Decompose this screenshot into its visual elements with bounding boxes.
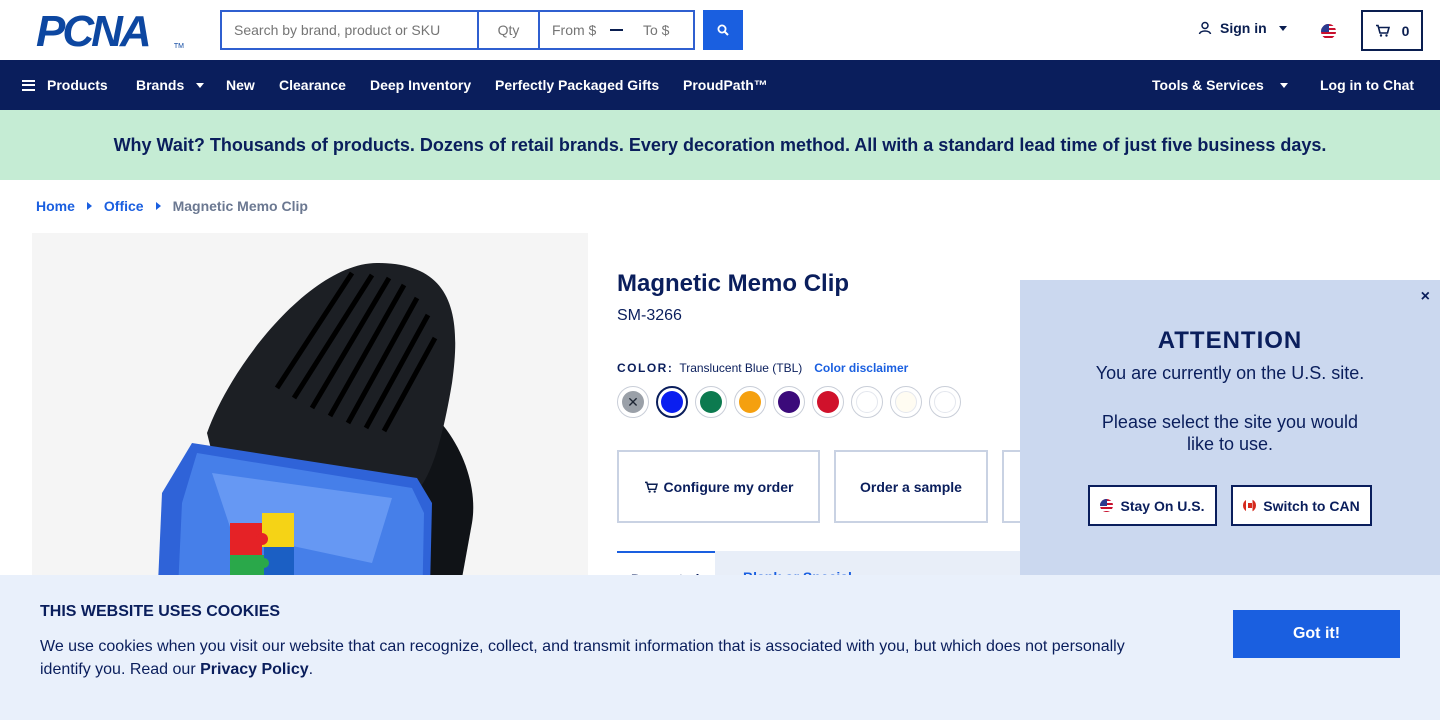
product-title: Magnetic Memo Clip [617,270,850,297]
nav-gifts[interactable]: Perfectly Packaged Gifts [495,60,659,110]
breadcrumb-home[interactable]: Home [36,198,75,214]
search-button[interactable] [703,10,743,50]
nav-proudpath-label: ProudPath™ [683,77,768,93]
chevron-right-icon [86,202,92,210]
price-from-input[interactable] [540,13,602,47]
swatch-dot [700,391,722,413]
cart-button[interactable]: 0 [1361,10,1423,51]
promo-banner: Why Wait? Thousands of products. Dozens … [0,110,1440,180]
color-swatch-gray[interactable]: ✕ [617,386,649,418]
cart-icon [1375,24,1390,37]
close-icon[interactable]: × [1421,288,1430,306]
got-it-button[interactable]: Got it! [1233,610,1400,658]
nav-brands-label: Brands [136,77,185,93]
menu-icon [22,79,35,91]
qty-input[interactable] [479,12,540,48]
breadcrumb-current: Magnetic Memo Clip [172,198,308,214]
swatch-dot [817,391,839,413]
cookie-banner: THIS WEBSITE USES COOKIES We use cookies… [0,575,1440,720]
chevron-down-icon [1278,25,1287,31]
search-input[interactable] [222,12,479,48]
nav-tools[interactable]: Tools & Services [1152,60,1288,110]
main-nav: Products Brands New Clearance Deep Inven… [0,60,1440,110]
color-swatch-white[interactable] [851,386,883,418]
color-row: COLOR: Translucent Blue (TBL) Color disc… [617,361,908,375]
nav-chat[interactable]: Log in to Chat [1320,60,1414,110]
breadcrumb-office[interactable]: Office [104,198,144,214]
cookie-title: THIS WEBSITE USES COOKIES [40,603,281,620]
swatch-dot [895,391,917,413]
nav-deep-inventory[interactable]: Deep Inventory [370,60,471,110]
switch-can-button[interactable]: Switch to CAN [1231,485,1372,526]
nav-gifts-label: Perfectly Packaged Gifts [495,77,660,93]
configure-order-label: Configure my order [663,478,794,495]
nav-brands[interactable]: Brands [136,60,205,110]
site-select-popup: × ATTENTION You are currently on the U.S… [1020,280,1440,575]
swatch-dot [739,391,761,413]
order-sample-label: Order a sample [860,478,962,495]
cart-count: 0 [1401,22,1410,39]
nav-new[interactable]: New [226,60,255,110]
color-disclaimer-link[interactable]: Color disclaimer [814,361,908,375]
logo-trademark: TM [173,43,184,50]
swatch-dot [856,391,878,413]
color-key: COLOR: [617,361,674,375]
search-icon [717,24,729,36]
chevron-right-icon [155,202,161,210]
logo-text: PCNA [36,7,152,56]
color-swatch-red[interactable] [812,386,844,418]
nav-proudpath[interactable]: ProudPath™ [683,60,768,110]
price-to-input[interactable] [631,13,693,47]
order-sample-button[interactable]: Order a sample [834,450,988,523]
attention-title: ATTENTION [1157,327,1303,354]
swatch-dot: ✕ [622,391,644,413]
switch-can-label: Switch to CAN [1263,497,1360,514]
color-value: Translucent Blue (TBL) [679,361,803,375]
cart-icon [644,481,658,493]
nav-clearance[interactable]: Clearance [279,60,346,110]
us-flag-icon[interactable] [1321,24,1336,39]
us-flag-icon [1100,499,1114,512]
color-swatch-blue[interactable] [656,386,688,418]
sign-in-button[interactable]: Sign in [1198,20,1287,36]
nav-tools-label: Tools & Services [1152,77,1264,93]
chevron-down-icon [196,82,205,88]
attention-line-3: like to use. [1186,434,1274,454]
cookie-end: . [308,661,314,678]
breadcrumb: Home Office Magnetic Memo Clip [36,198,308,214]
sign-in-label: Sign in [1220,20,1267,36]
stay-us-label: Stay On U.S. [1120,497,1205,514]
color-swatch-green[interactable] [695,386,727,418]
stay-us-button[interactable]: Stay On U.S. [1088,485,1217,526]
swatch-dot [778,391,800,413]
cookie-text: We use cookies when you visit our websit… [40,635,1160,681]
canada-flag-icon [1243,499,1257,512]
nav-deep-inventory-label: Deep Inventory [370,77,472,93]
price-dash [610,29,623,31]
search-bar [220,10,695,50]
chevron-down-icon [1279,82,1288,88]
color-swatch-orange[interactable] [734,386,766,418]
product-sku: SM-3266 [617,307,682,324]
attention-line-1: You are currently on the U.S. site. [1095,363,1365,383]
price-range [540,12,693,48]
swatch-dot [661,391,683,413]
attention-line-2: Please select the site you would [1101,412,1359,432]
top-header: PCNA TM Sign in 0 [0,0,1440,60]
swatch-dot [934,391,956,413]
nav-products[interactable]: Products [22,60,108,110]
pcna-logo[interactable]: PCNA TM [36,10,184,54]
color-swatch-clear[interactable] [929,386,961,418]
configure-order-button[interactable]: Configure my order [617,450,820,523]
color-swatches: ✕ [617,386,961,418]
promo-text: Why Wait? Thousands of products. Dozens … [113,134,1327,155]
nav-clearance-label: Clearance [279,77,346,93]
nav-chat-label: Log in to Chat [1320,77,1415,93]
nav-products-label: Products [47,77,108,93]
color-swatch-purple[interactable] [773,386,805,418]
user-icon [1198,21,1212,35]
privacy-policy-link[interactable]: Privacy Policy [200,661,309,678]
nav-new-label: New [226,77,255,93]
color-swatch-ivory[interactable] [890,386,922,418]
